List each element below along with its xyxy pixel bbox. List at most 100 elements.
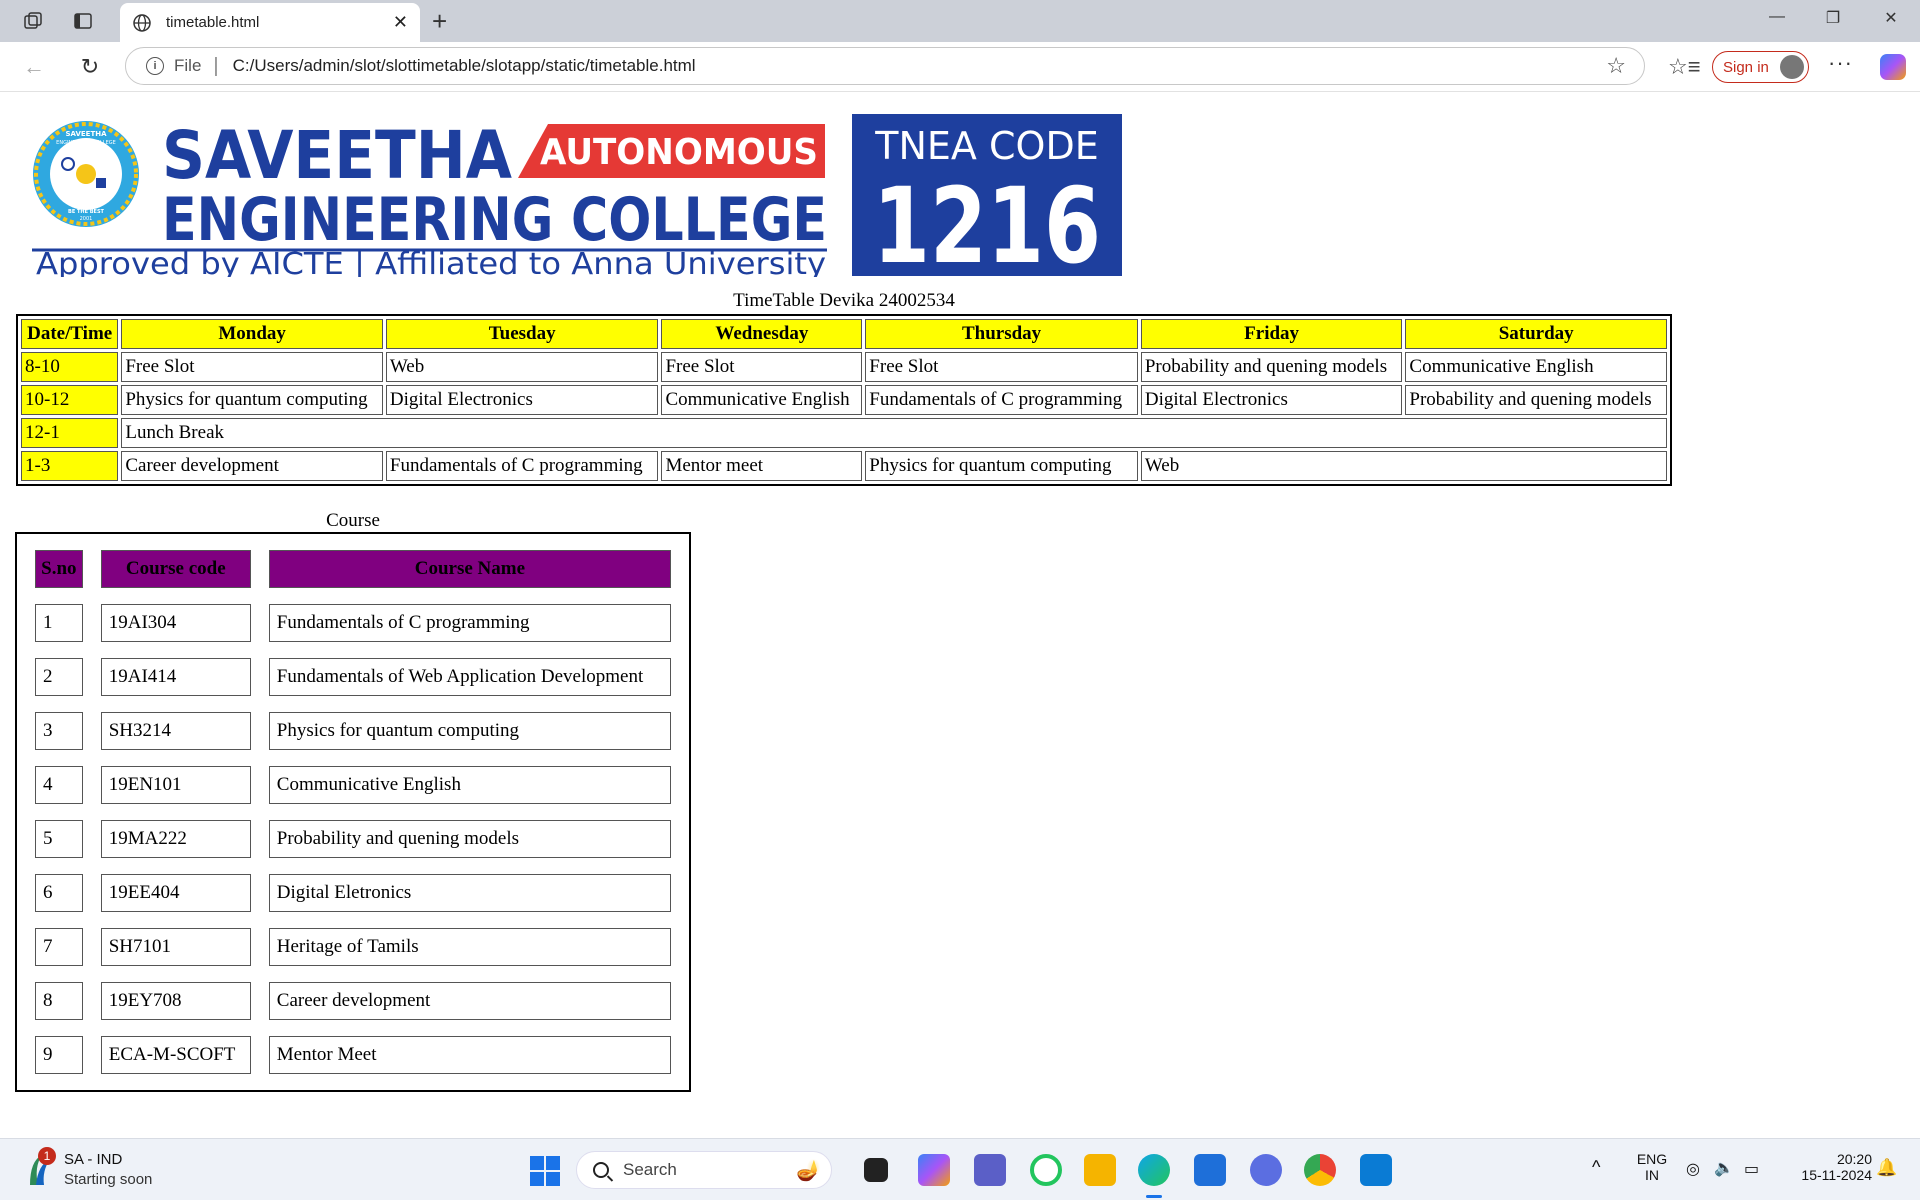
course-sno-cell: 6 — [35, 874, 83, 912]
close-window-icon[interactable]: ✕ — [1876, 8, 1906, 28]
refresh-icon[interactable]: ↻ — [74, 52, 106, 82]
weather-title[interactable]: SA - IND — [64, 1151, 122, 1168]
language-indicator[interactable]: ENG IN — [1634, 1151, 1670, 1183]
timetable-cell: Fundamentals of C programming — [865, 385, 1138, 415]
course-sno-cell: 5 — [35, 820, 83, 858]
volume-icon[interactable]: 🔈 — [1714, 1158, 1734, 1178]
course-caption: Course — [326, 510, 380, 531]
restore-icon[interactable]: ❐ — [1818, 8, 1848, 28]
course-table: S.no Course code Course Name 1 19AI304 Fundam… — [15, 532, 691, 1092]
address-separator: | — [213, 54, 219, 77]
a-app-icon[interactable] — [1250, 1154, 1282, 1186]
weather-badge: 1 — [38, 1147, 56, 1165]
course-row: 3 SH3214 Physics for quantum computing — [35, 712, 671, 750]
timetable-cell: Web — [1140, 451, 1667, 481]
timetable-header-row: Date/Time Monday Tuesday Wednesday Thursday F… — [21, 319, 1667, 349]
favorites-icon[interactable]: ☆≡ — [1668, 54, 1701, 80]
course-header-cell: S.no — [35, 550, 83, 588]
course-code-cell: ECA-M-SCOFT — [100, 1036, 251, 1074]
spinner-app-icon[interactable] — [1030, 1154, 1062, 1186]
more-options-icon[interactable]: ··· — [1828, 50, 1853, 76]
teams-icon[interactable] — [974, 1154, 1006, 1186]
course-header-cell: Course Name — [268, 550, 671, 588]
store-icon[interactable] — [1194, 1154, 1226, 1186]
course-row: 8 19EY708 Career development — [35, 982, 671, 1020]
clock-time: 20:20 — [1836, 1151, 1872, 1167]
page-viewport: SAVEETHA ENGINEERING COLLEGE BE THE BEST… — [0, 92, 1920, 1138]
timetable-cell: Digital Electronics — [385, 385, 659, 415]
copilot-icon[interactable] — [1880, 54, 1906, 80]
course-name-cell: Probability and quening models — [268, 820, 671, 858]
search-icon — [593, 1162, 609, 1178]
copilot-app-icon[interactable] — [918, 1154, 950, 1186]
taskbar-search[interactable]: Search 🪔 — [576, 1151, 832, 1189]
sign-in-label: Sign in — [1723, 58, 1769, 76]
minimize-icon[interactable]: — — [1762, 8, 1792, 26]
tnea-code: 1216 — [873, 165, 1101, 277]
course-code-cell: 19AI414 — [100, 658, 251, 696]
vertical-tabs-icon[interactable] — [68, 7, 98, 35]
active-tab[interactable]: timetable.html ✕ — [120, 3, 420, 42]
favorite-star-icon[interactable]: ☆ — [1606, 53, 1626, 79]
network-icon[interactable]: ◎ — [1686, 1159, 1700, 1179]
timetable-cell: Mentor meet — [661, 451, 863, 481]
timetable-header-cell: Tuesday — [385, 319, 659, 349]
vscode-icon[interactable] — [1360, 1154, 1392, 1186]
course-code-cell: 19EE404 — [100, 874, 251, 912]
svg-text:ENGINEERING COLLEGE: ENGINEERING COLLEGE — [56, 140, 116, 146]
task-view-icon[interactable] — [864, 1158, 888, 1182]
svg-text:SAVEETHA: SAVEETHA — [65, 130, 107, 138]
course-sno-cell: 8 — [35, 982, 83, 1020]
logo-line2: ENGINEERING COLLEGE — [162, 185, 827, 255]
start-icon[interactable] — [530, 1156, 560, 1186]
course-header-row: S.no Course code Course Name — [35, 550, 671, 588]
language-line1: ENG — [1636, 1151, 1668, 1167]
course-code-cell: 19EY708 — [100, 982, 251, 1020]
weather-subtitle: Starting soon — [64, 1171, 153, 1188]
course-row: 7 SH7101 Heritage of Tamils — [35, 928, 671, 966]
edge-browser-icon[interactable] — [1138, 1154, 1170, 1186]
battery-icon[interactable]: ▭ — [1744, 1159, 1759, 1179]
sign-in-button[interactable]: Sign in — [1712, 51, 1809, 83]
course-header-cell: Course code — [100, 550, 251, 588]
course-code-cell: 19EN101 — [100, 766, 251, 804]
timetable-cell: Physics for quantum computing — [121, 385, 383, 415]
course-sno-cell: 3 — [35, 712, 83, 750]
address-url[interactable]: C:/Users/admin/slot/slottimetable/slotap… — [233, 56, 1607, 76]
language-line2: IN — [1645, 1167, 1659, 1183]
timetable-cell: Communicative English — [1405, 352, 1667, 382]
file-explorer-icon[interactable] — [1084, 1154, 1116, 1186]
course-row: 1 19AI304 Fundamentals of C programming — [35, 604, 671, 642]
course-code-cell: 19MA222 — [100, 820, 251, 858]
timetable-row: 1-3 Career development Fundamentals of C p… — [21, 451, 1667, 481]
course-sno-cell: 1 — [35, 604, 83, 642]
course-code-cell: SH3214 — [100, 712, 251, 750]
clock[interactable]: 20:20 15-11-2024 — [1786, 1151, 1872, 1183]
close-tab-icon[interactable]: ✕ — [393, 12, 408, 33]
chrome-icon[interactable] — [1304, 1154, 1336, 1186]
taskbar: 1 SA - IND Starting soon Search 🪔 ^ ENG … — [0, 1138, 1920, 1200]
time-slot-cell: 8-10 — [21, 352, 119, 382]
notification-bell-icon[interactable]: 🔔 — [1876, 1158, 1897, 1178]
tray-overflow-icon[interactable]: ^ — [1592, 1157, 1600, 1178]
autonomous-label: AUTONOMOUS — [540, 132, 818, 173]
url-field[interactable]: i File | C:/Users/admin/slot/slottimetab… — [125, 47, 1645, 85]
search-label: Search — [623, 1160, 677, 1179]
timetable-cell: Fundamentals of C programming — [385, 451, 659, 481]
course-code-cell: 19AI304 — [100, 604, 251, 642]
timetable-cell: Free Slot — [121, 352, 383, 382]
course-name-cell: Heritage of Tamils — [268, 928, 671, 966]
timetable-cell: Probability and quening models — [1405, 385, 1667, 415]
approval-line: Approved by AICTE | Affiliated to Anna U… — [36, 247, 826, 277]
course-row: 9 ECA-M-SCOFT Mentor Meet — [35, 1036, 671, 1074]
avatar-icon — [1780, 55, 1804, 79]
svg-text:2001: 2001 — [80, 216, 93, 222]
info-icon[interactable]: i — [146, 57, 164, 75]
timetable-row: 10-12 Physics for quantum computing Digita… — [21, 385, 1667, 415]
college-logo: SAVEETHA ENGINEERING COLLEGE BE THE BEST… — [32, 112, 1122, 277]
address-bar: ← ↻ i File | C:/Users/admin/slot/slottim… — [0, 42, 1920, 92]
back-icon[interactable]: ← — [18, 52, 50, 82]
timetable-caption: TimeTable Devika 24002534 — [733, 290, 955, 311]
new-tab-icon[interactable]: + — [432, 6, 447, 37]
workspaces-icon[interactable] — [18, 7, 48, 35]
